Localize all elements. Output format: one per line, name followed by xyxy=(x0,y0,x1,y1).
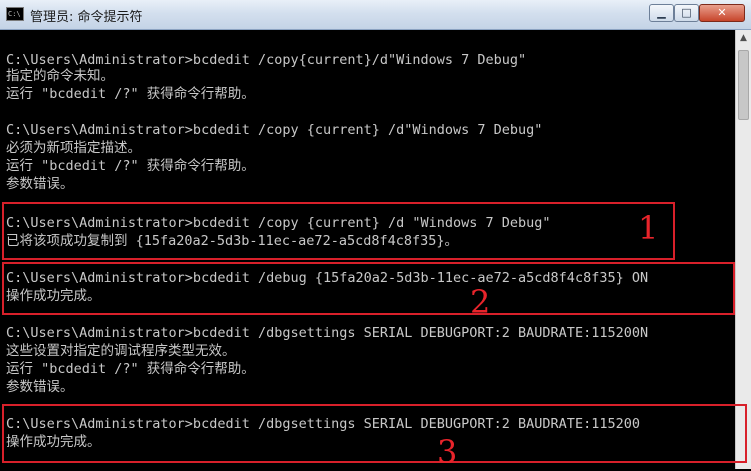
window-title: 管理员: 命令提示符 xyxy=(30,10,143,25)
scroll-up-arrow-icon[interactable]: ▲ xyxy=(736,30,751,46)
console-line: 运行 "bcdedit /?" 获得命令行帮助。 xyxy=(6,361,255,377)
scroll-thumb[interactable] xyxy=(738,50,749,120)
console-line: 运行 "bcdedit /?" 获得命令行帮助。 xyxy=(6,86,255,102)
title-bar[interactable]: C:\ 管理员: 命令提示符 ▁ □ ✕ xyxy=(0,0,751,30)
close-button[interactable]: ✕ xyxy=(699,4,745,22)
annotation-box-3 xyxy=(2,404,747,463)
console-line: 必须为新项指定描述。 xyxy=(6,140,141,156)
annotation-box-2 xyxy=(2,262,735,315)
annotation-label-3: 3 xyxy=(437,433,458,471)
console-line: 这些设置对指定的调试程序类型无效。 xyxy=(6,343,236,359)
console-line: 指定的命令未知。 xyxy=(6,68,114,84)
console-line: C:\Users\Administrator>bcdedit /copy{cur… xyxy=(6,52,527,68)
cmd-app-icon: C:\ xyxy=(6,7,24,21)
maximize-button[interactable]: □ xyxy=(674,4,699,22)
console-line: 运行 "bcdedit /?" 获得命令行帮助。 xyxy=(6,158,255,174)
annotation-label-1: 1 xyxy=(638,209,659,247)
annotation-box-1 xyxy=(2,202,675,260)
annotation-label-2: 2 xyxy=(470,283,491,321)
console-line: C:\Users\Administrator>bcdedit /dbgsetti… xyxy=(6,325,649,341)
minimize-button[interactable]: ▁ xyxy=(649,4,674,22)
console-line: 参数错误。 xyxy=(6,176,74,192)
console-line: 参数错误。 xyxy=(6,379,74,395)
console-line: C:\Users\Administrator>bcdedit /copy {cu… xyxy=(6,122,543,138)
